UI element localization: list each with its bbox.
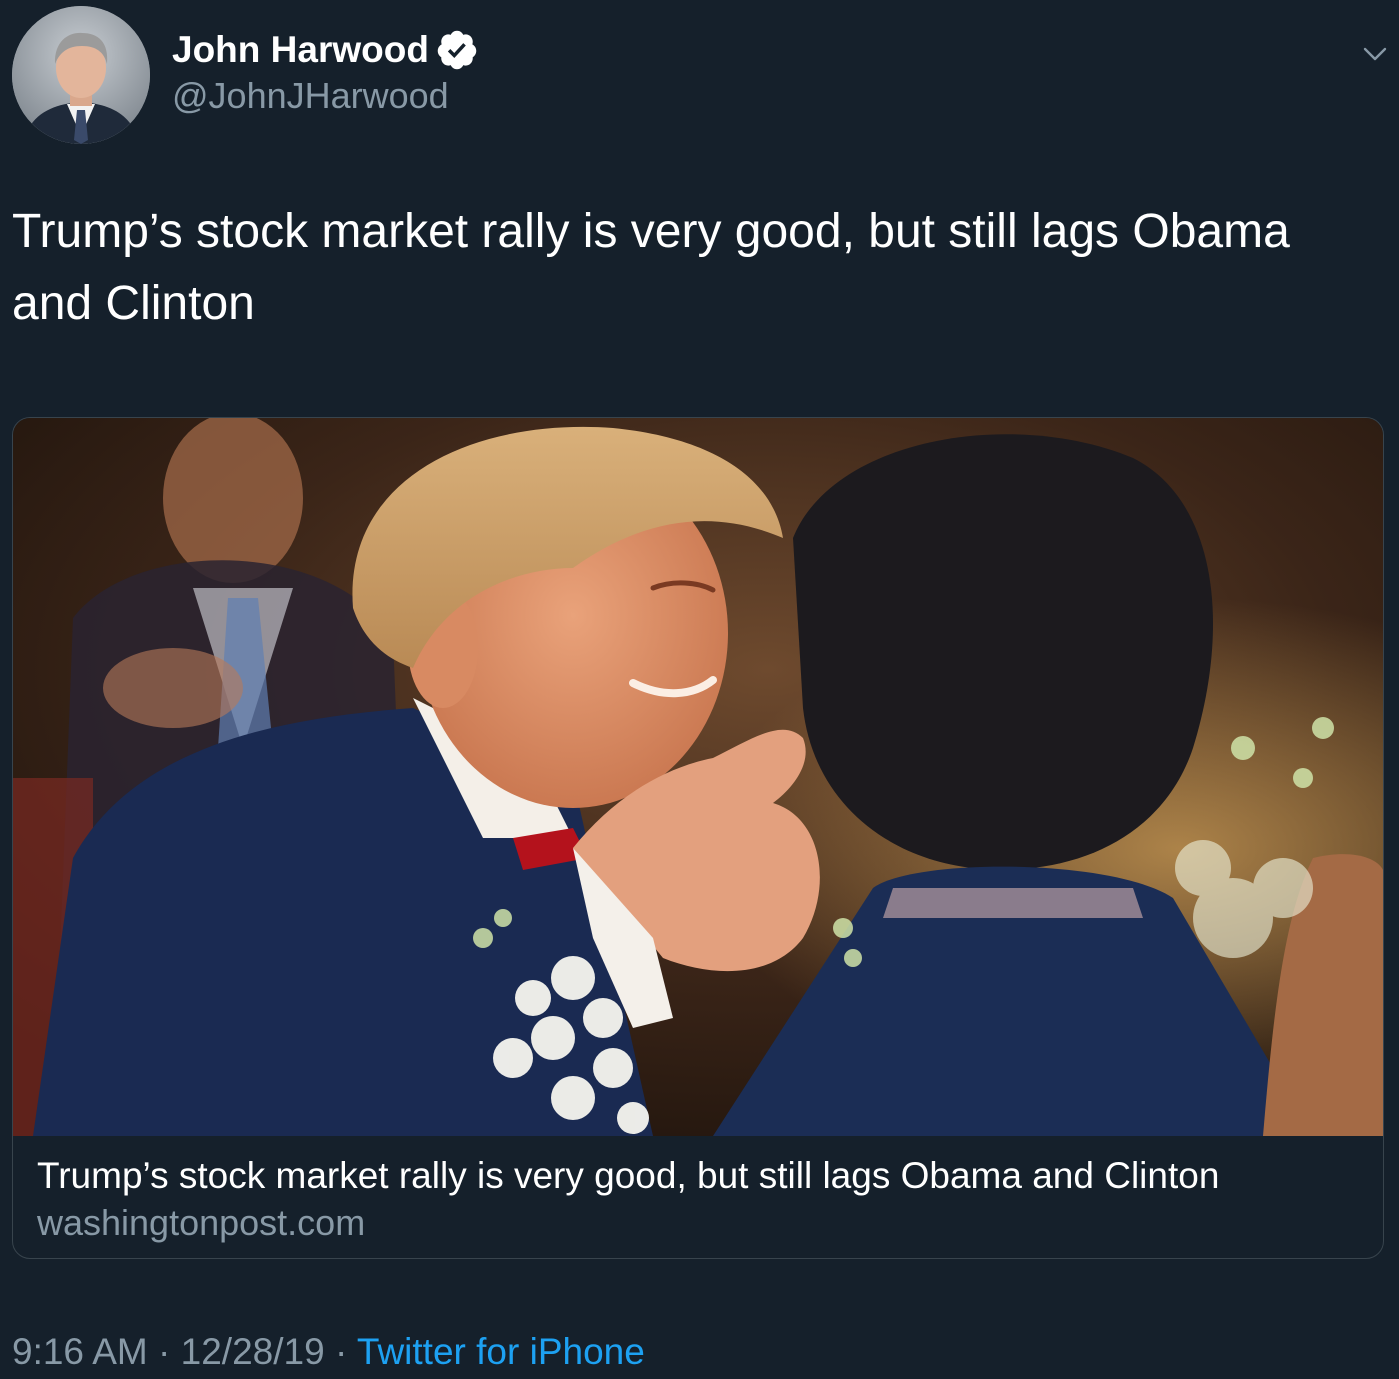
article-photo xyxy=(13,418,1383,1136)
link-card-title[interactable]: Trump’s stock market rally is very good,… xyxy=(37,1154,1367,1198)
avatar[interactable] xyxy=(12,6,150,144)
link-card-image[interactable] xyxy=(13,418,1383,1136)
tweet-text: Trump’s stock market rally is very good,… xyxy=(12,205,1290,330)
avatar-photo xyxy=(12,6,150,144)
author-display-name[interactable]: John Harwood xyxy=(172,28,429,72)
tweet-source-link[interactable]: Twitter for iPhone xyxy=(357,1331,645,1372)
chevron-down-icon[interactable] xyxy=(1361,40,1389,68)
tweet-meta: 9:16 AM · 12/28/19 · Twitter for iPhone xyxy=(12,1328,645,1376)
tweet-date[interactable]: 12/28/19 xyxy=(181,1331,325,1372)
tweet-page: John Harwood @JohnJHarwood Trump’s stock… xyxy=(0,0,1399,1379)
author-handle[interactable]: @JohnJHarwood xyxy=(172,74,449,118)
verified-badge-icon xyxy=(435,28,479,72)
link-card[interactable]: Trump’s stock market rally is very good,… xyxy=(12,417,1384,1259)
author-name-row[interactable]: John Harwood xyxy=(172,28,479,72)
meta-separator: · xyxy=(147,1331,181,1372)
meta-separator: · xyxy=(324,1331,357,1372)
tweet-time[interactable]: 9:16 AM xyxy=(12,1331,148,1372)
link-card-domain: washingtonpost.com xyxy=(37,1202,366,1243)
